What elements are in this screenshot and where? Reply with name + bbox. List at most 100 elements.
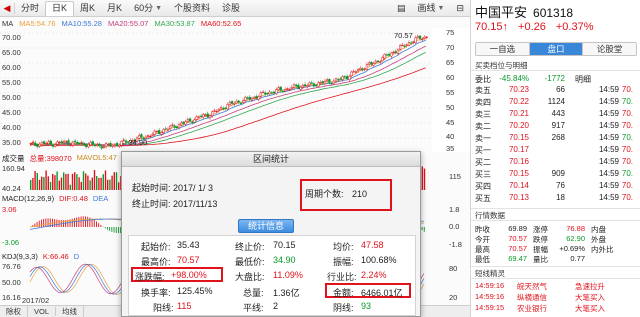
news-stock: 皖天然气	[517, 282, 547, 291]
macd-bar	[45, 218, 47, 227]
divider	[471, 266, 640, 267]
more-icon[interactable]: ▤	[391, 1, 412, 16]
draw-button[interactable]: 画线 ▼	[412, 1, 451, 16]
amplitude-value: 100.68%	[361, 255, 397, 265]
bid-row[interactable]: 买四 70.14 76 14:59 70.	[475, 181, 637, 191]
candle-body	[385, 54, 389, 56]
candle-body	[321, 81, 324, 84]
candle-body	[379, 61, 382, 63]
candle-body	[312, 83, 316, 87]
bid-row[interactable]: 买五 70.13 18 14:59 70.	[475, 193, 637, 203]
candle-body	[153, 130, 156, 135]
candle-body	[368, 62, 371, 65]
candle-body	[111, 144, 114, 147]
tab-order-book[interactable]: 盘口	[529, 43, 584, 55]
candle-body	[226, 104, 229, 110]
draw-label: 画线	[417, 2, 436, 13]
candle-body	[374, 60, 377, 64]
candle-body	[414, 37, 417, 43]
news-stock: 纵横通信	[517, 293, 547, 302]
start-time-label: 起始时间:	[132, 183, 171, 193]
candle-body	[350, 71, 353, 76]
detail-label: 明细	[575, 75, 591, 84]
tab-monthly[interactable]: 月K	[101, 1, 128, 16]
candle-body	[270, 92, 274, 94]
end-time-label: 终止时间:	[132, 199, 171, 209]
tab-intraday[interactable]: 分时	[15, 1, 45, 16]
volume-bar	[107, 179, 109, 190]
news-item[interactable]: 14:59:15 农业银行 大笔买入	[475, 303, 637, 313]
stats-info-button[interactable]: 统计信息	[238, 219, 294, 233]
volume-bar	[49, 181, 52, 190]
candle-body	[416, 36, 419, 38]
tab-60min[interactable]: 60分 ▼	[128, 1, 168, 16]
candle-body	[54, 144, 57, 147]
ma-label: MA	[2, 19, 14, 28]
tab-stock-profile[interactable]: 个股资料	[168, 1, 216, 16]
quote-label: 涨停	[533, 225, 548, 234]
tab-weekly[interactable]: 周K	[74, 1, 101, 16]
tab-forum[interactable]: 论股堂	[583, 43, 636, 55]
level-volume: 443	[551, 109, 565, 118]
candle-body	[51, 144, 55, 147]
macd-bar	[115, 227, 117, 233]
detail-price: 70.	[621, 85, 633, 94]
quote-label: 量比	[533, 255, 548, 264]
candle-body	[317, 82, 320, 87]
volume-bar	[109, 179, 111, 190]
candle-body	[29, 143, 33, 145]
tab-diagnosis[interactable]: 诊股	[216, 1, 246, 16]
candle-body	[40, 142, 44, 146]
news-item[interactable]: 14:59:16 皖天然气 急速拉升	[475, 281, 637, 291]
ask-row[interactable]: 卖四 70.22 1124 14:59 70.	[475, 97, 637, 107]
candlestick-chart[interactable]	[0, 28, 432, 152]
total-volume-label: 总量:	[243, 288, 264, 298]
level-price: 70.15	[508, 169, 529, 178]
volume-bar	[80, 181, 82, 190]
stock-header: 中国平安 601318	[471, 0, 640, 20]
indicator-tab[interactable]: 均线	[56, 306, 85, 317]
bid-row[interactable]: 买一 70.17 14:59 70.	[475, 145, 637, 155]
indicator-tab[interactable]: 除权	[0, 306, 28, 317]
candle-body	[202, 114, 205, 118]
divider	[471, 208, 640, 209]
level-label: 买一	[475, 146, 491, 155]
detail-price: 70.	[621, 133, 633, 142]
start-price-label: 起始价:	[141, 242, 171, 252]
detail-price: 70.	[621, 193, 633, 202]
tab-label: 月K	[107, 2, 123, 13]
news-item[interactable]: 14:59:16 纵横通信 大笔买入	[475, 292, 637, 302]
kdj-d: D	[73, 252, 80, 261]
level-price: 70.20	[508, 121, 529, 130]
quote-label: 外盘	[591, 235, 606, 244]
ma5-label: MA5:54.76	[19, 19, 56, 28]
candle-body	[281, 90, 285, 92]
indicator-tab[interactable]: VOL	[28, 307, 57, 316]
candle-body	[197, 116, 201, 118]
amount-label: 金额:	[333, 288, 354, 298]
macd-bar	[107, 227, 108, 230]
ask-row[interactable]: 卖三 70.21 443 14:59 70.	[475, 109, 637, 119]
ask-row[interactable]: 卖五 70.23 66 14:59 70.	[475, 85, 637, 95]
bid-row[interactable]: 买二 70.16 14:59 70.	[475, 157, 637, 167]
ask-row[interactable]: 卖一 70.15 268 14:59 70.	[475, 133, 637, 143]
tab-label: 周K	[80, 2, 96, 13]
weicha-value: -1772	[544, 74, 565, 83]
settings-icon[interactable]: ⊟	[450, 1, 470, 16]
ask-row[interactable]: 卖二 70.20 917 14:59 70.	[475, 121, 637, 131]
candle-body	[204, 114, 207, 116]
volume-bar	[74, 172, 76, 190]
flat-count-label: 平线:	[243, 303, 264, 313]
weibi-value: -45.84%	[499, 74, 529, 83]
bid-row[interactable]: 买三 70.15 909 14:59 70.	[475, 169, 637, 179]
back-icon[interactable]: ◀	[0, 1, 14, 16]
candle-body	[310, 82, 313, 84]
candle-body	[217, 108, 220, 111]
tab-daily[interactable]: 日K	[45, 0, 75, 16]
level-price: 70.14	[508, 181, 529, 190]
tab-watchlist[interactable]: 一自选	[476, 43, 530, 55]
candle-body	[372, 63, 375, 66]
